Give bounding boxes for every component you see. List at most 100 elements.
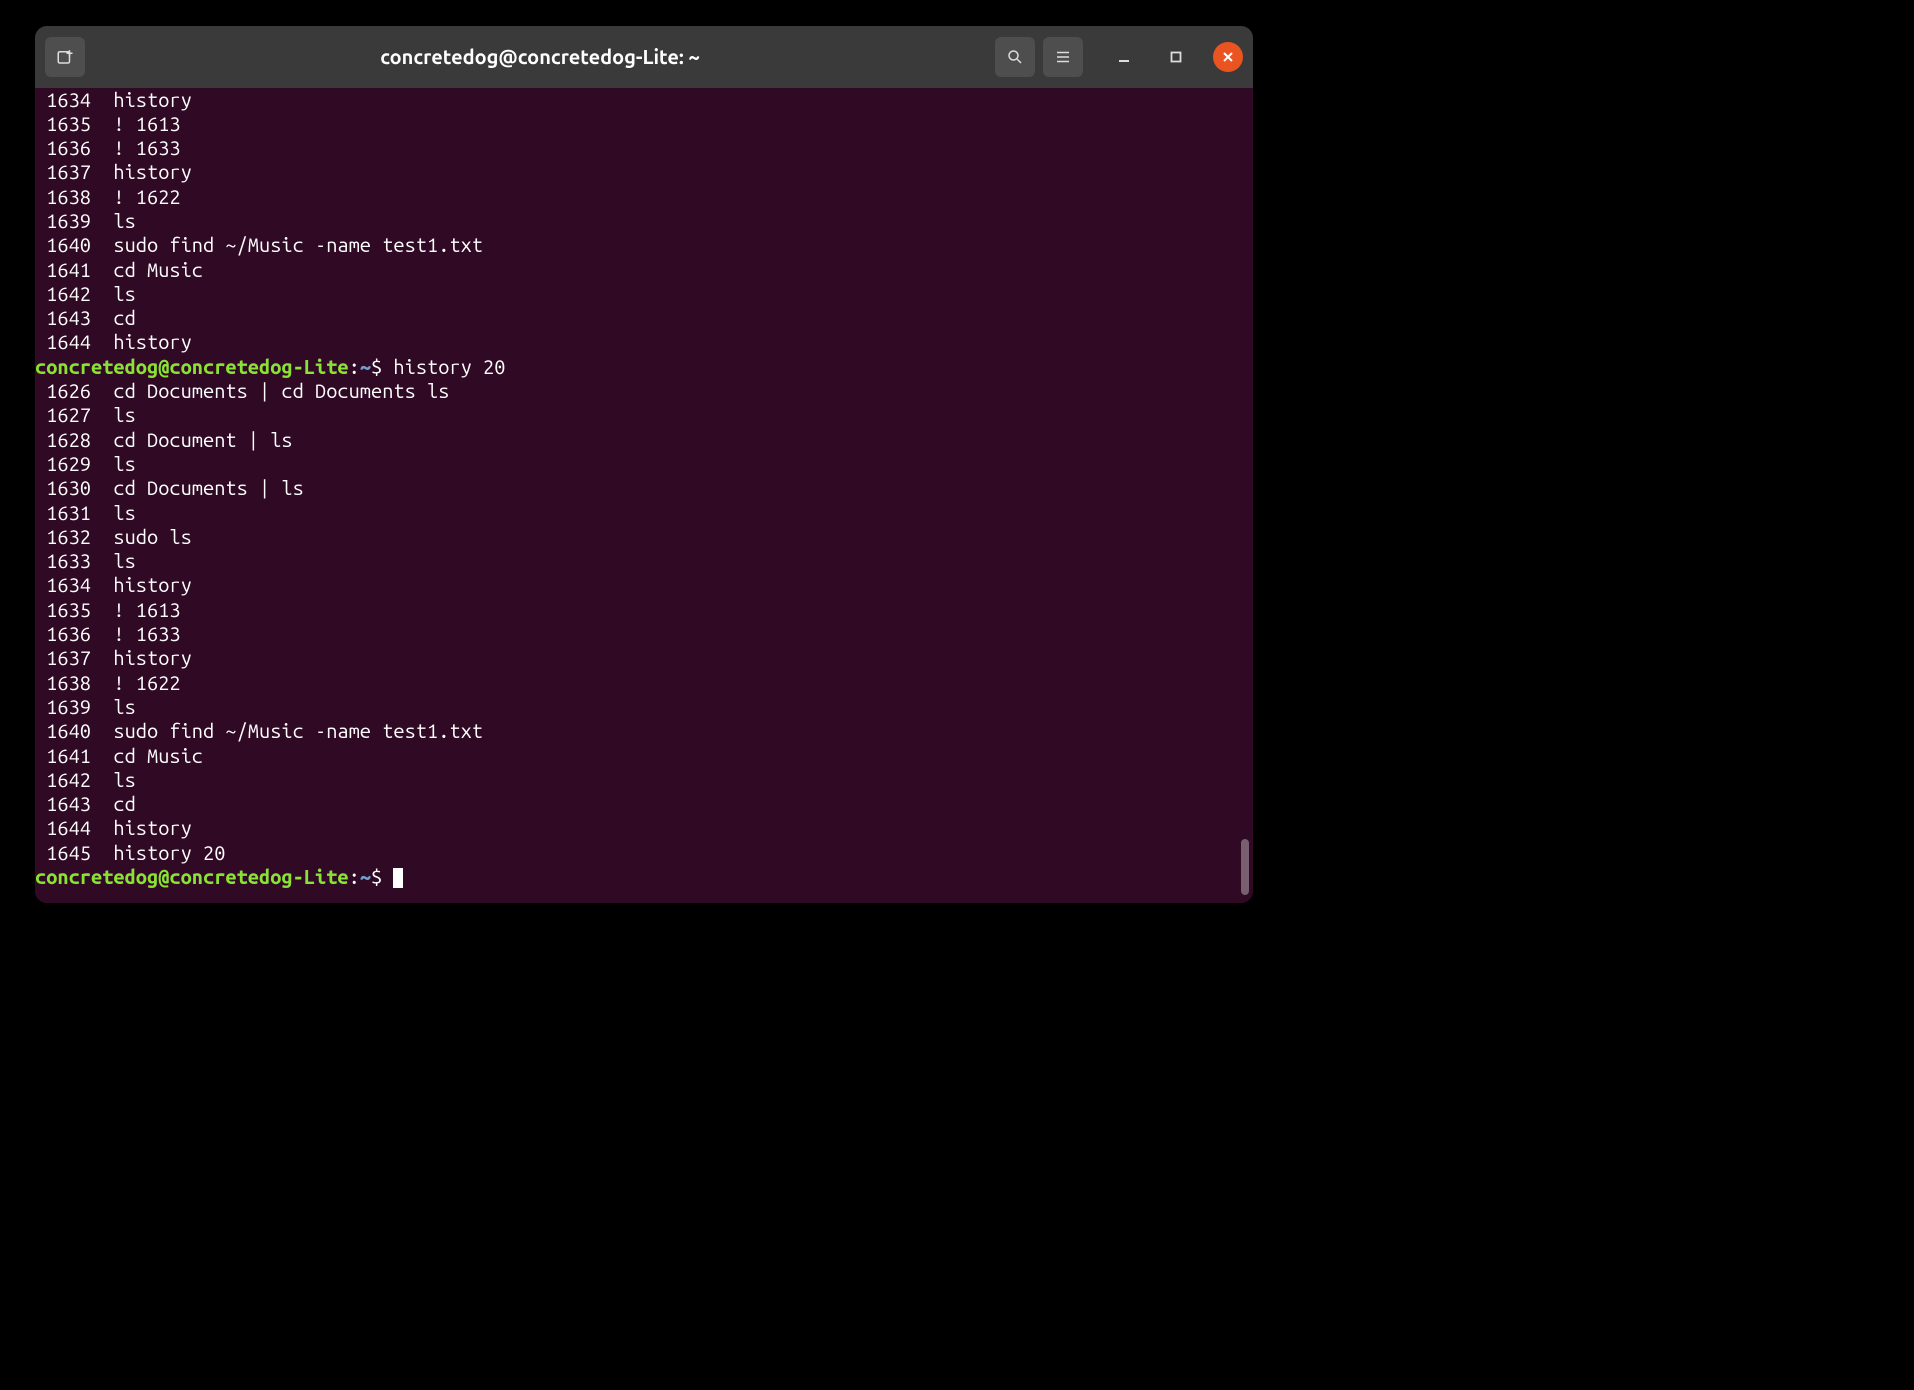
history-number: 1638 (35, 671, 91, 694)
history-command: cd (91, 306, 136, 329)
history-command: ls (91, 549, 136, 572)
menu-button[interactable] (1043, 37, 1083, 77)
history-command: ! 1633 (91, 136, 181, 159)
titlebar: concretedog@concretedog-Lite: ~ (35, 26, 1253, 88)
window-title: concretedog@concretedog-Lite: ~ (93, 45, 987, 68)
history-line: 1626 cd Documents | cd Documents ls (35, 379, 1253, 403)
history-command: cd Document | ls (91, 428, 293, 451)
history-number: 1644 (35, 330, 91, 353)
history-number: 1634 (35, 573, 91, 596)
history-number: 1633 (35, 549, 91, 572)
history-line: 1634 history (35, 88, 1253, 112)
prompt-sigil: $ (371, 355, 393, 378)
history-command: cd Music (91, 258, 203, 281)
scrollbar-thumb[interactable] (1241, 839, 1249, 895)
history-line: 1643 cd (35, 306, 1253, 330)
history-number: 1634 (35, 88, 91, 111)
history-command: history (91, 573, 192, 596)
history-line: 1628 cd Document | ls (35, 428, 1253, 452)
history-command: history 20 (91, 841, 225, 864)
history-command: ! 1613 (91, 112, 181, 135)
history-line: 1642 ls (35, 282, 1253, 306)
history-number: 1630 (35, 476, 91, 499)
history-line: 1629 ls (35, 452, 1253, 476)
prompt-line[interactable]: concretedog@concretedog-Lite:~$ (35, 865, 1253, 889)
history-line: 1636 ! 1633 (35, 622, 1253, 646)
prompt-path: ~ (360, 865, 371, 888)
terminal-body[interactable]: 1634 history 1635 ! 1613 1636 ! 1633 163… (35, 88, 1253, 903)
prompt-userhost: concretedog@concretedog-Lite (35, 355, 349, 378)
history-number: 1642 (35, 282, 91, 305)
titlebar-right-controls (995, 37, 1243, 77)
new-tab-button[interactable] (45, 37, 85, 77)
history-line: 1630 cd Documents | ls (35, 476, 1253, 500)
minimize-button[interactable] (1109, 42, 1139, 72)
terminal-window: concretedog@concretedog-Lite: ~ (35, 26, 1253, 903)
history-line: 1638 ! 1622 (35, 185, 1253, 209)
history-number: 1636 (35, 622, 91, 645)
history-command: ! 1613 (91, 598, 181, 621)
history-command: history (91, 330, 192, 353)
history-number: 1638 (35, 185, 91, 208)
history-command: history (91, 816, 192, 839)
history-line: 1636 ! 1633 (35, 136, 1253, 160)
prompt-line[interactable]: concretedog@concretedog-Lite:~$ history … (35, 355, 1253, 379)
history-number: 1642 (35, 768, 91, 791)
history-command: sudo ls (91, 525, 192, 548)
history-command: cd Music (91, 744, 203, 767)
history-command: ls (91, 282, 136, 305)
history-line: 1632 sudo ls (35, 525, 1253, 549)
history-line: 1637 history (35, 160, 1253, 184)
history-line: 1627 ls (35, 403, 1253, 427)
history-number: 1631 (35, 501, 91, 524)
history-number: 1637 (35, 160, 91, 183)
history-command: ! 1633 (91, 622, 181, 645)
history-command: cd Documents | cd Documents ls (91, 379, 449, 402)
search-icon (1006, 48, 1024, 66)
history-number: 1629 (35, 452, 91, 475)
history-line: 1635 ! 1613 (35, 598, 1253, 622)
search-button[interactable] (995, 37, 1035, 77)
close-button[interactable] (1213, 42, 1243, 72)
history-line: 1634 history (35, 573, 1253, 597)
history-line: 1639 ls (35, 695, 1253, 719)
history-command: ls (91, 501, 136, 524)
history-number: 1639 (35, 695, 91, 718)
prompt-path: ~ (360, 355, 371, 378)
history-command: ls (91, 403, 136, 426)
history-line: 1640 sudo find ~/Music -name test1.txt (35, 719, 1253, 743)
minimize-icon (1118, 51, 1130, 63)
history-number: 1641 (35, 744, 91, 767)
history-number: 1637 (35, 646, 91, 669)
history-command: history (91, 88, 192, 111)
history-number: 1640 (35, 719, 91, 742)
history-number: 1644 (35, 816, 91, 839)
history-command: ls (91, 209, 136, 232)
history-line: 1633 ls (35, 549, 1253, 573)
history-command: sudo find ~/Music -name test1.txt (91, 233, 483, 256)
history-line: 1641 cd Music (35, 744, 1253, 768)
history-number: 1645 (35, 841, 91, 864)
history-command: ls (91, 695, 136, 718)
history-line: 1631 ls (35, 501, 1253, 525)
prompt-sigil: $ (371, 865, 393, 888)
history-command: ls (91, 452, 136, 475)
history-command: ! 1622 (91, 185, 181, 208)
history-number: 1632 (35, 525, 91, 548)
cursor (393, 868, 403, 888)
history-line: 1641 cd Music (35, 258, 1253, 282)
history-line: 1638 ! 1622 (35, 671, 1253, 695)
history-number: 1639 (35, 209, 91, 232)
history-line: 1639 ls (35, 209, 1253, 233)
prompt-colon: : (349, 355, 360, 378)
history-line: 1644 history (35, 816, 1253, 840)
history-line: 1637 history (35, 646, 1253, 670)
history-command: sudo find ~/Music -name test1.txt (91, 719, 483, 742)
prompt-userhost: concretedog@concretedog-Lite (35, 865, 349, 888)
history-number: 1627 (35, 403, 91, 426)
history-number: 1635 (35, 598, 91, 621)
maximize-button[interactable] (1161, 42, 1191, 72)
history-number: 1641 (35, 258, 91, 281)
history-number: 1640 (35, 233, 91, 256)
history-number: 1643 (35, 792, 91, 815)
